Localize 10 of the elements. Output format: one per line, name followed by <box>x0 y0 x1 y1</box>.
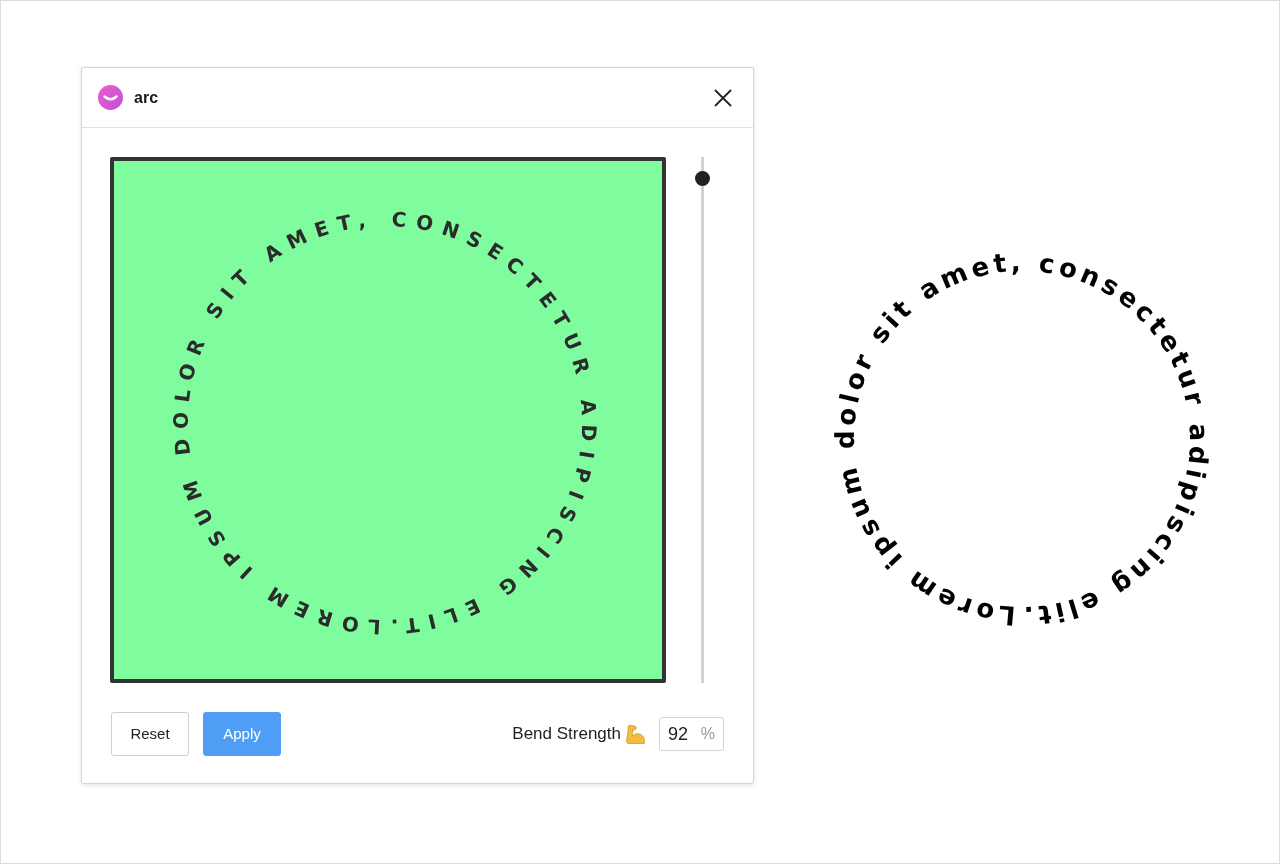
close-button[interactable] <box>712 86 734 109</box>
bend-strength-input[interactable]: 92 % <box>659 717 724 751</box>
smile-logo-icon <box>98 85 123 110</box>
bend-strength-label: Bend Strength <box>512 723 621 746</box>
flexed-arm-icon <box>626 724 645 744</box>
window-title: arc <box>134 87 159 108</box>
reset-button[interactable]: Reset <box>111 712 189 756</box>
slider-thumb[interactable] <box>695 171 710 187</box>
percent-unit: % <box>700 724 715 744</box>
close-icon <box>714 88 732 107</box>
